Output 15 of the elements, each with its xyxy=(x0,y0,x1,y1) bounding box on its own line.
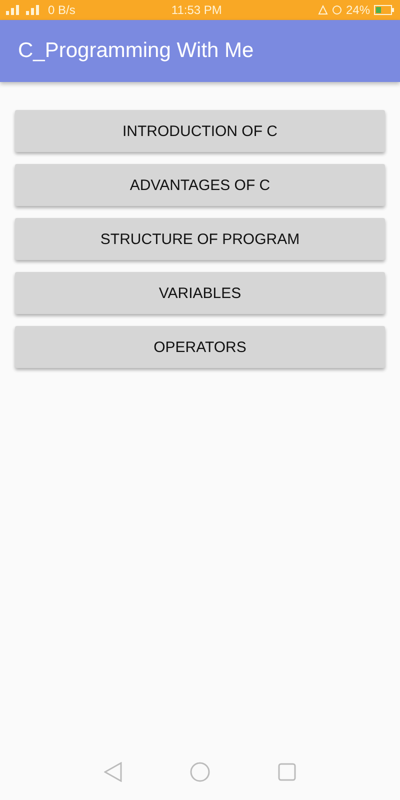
topic-button[interactable]: ADVANTAGES OF C xyxy=(15,164,385,206)
topic-button[interactable]: VARIABLES xyxy=(15,272,385,314)
back-icon[interactable] xyxy=(104,762,122,782)
network-speed: 0 B/s xyxy=(48,3,76,17)
battery-icon xyxy=(374,5,394,15)
alarm-icon xyxy=(318,5,328,15)
topic-button[interactable]: INTRODUCTION OF C xyxy=(15,110,385,152)
clock-time: 11:53 PM xyxy=(171,3,222,17)
home-icon[interactable] xyxy=(190,762,210,782)
recents-icon[interactable] xyxy=(278,763,296,781)
timer-icon xyxy=(332,5,342,15)
topic-button[interactable]: OPERATORS xyxy=(15,326,385,368)
topic-button[interactable]: STRUCTURE OF PROGRAM xyxy=(15,218,385,260)
battery-percent: 24% xyxy=(346,3,370,17)
app-title: C_Programming With Me xyxy=(18,39,254,63)
